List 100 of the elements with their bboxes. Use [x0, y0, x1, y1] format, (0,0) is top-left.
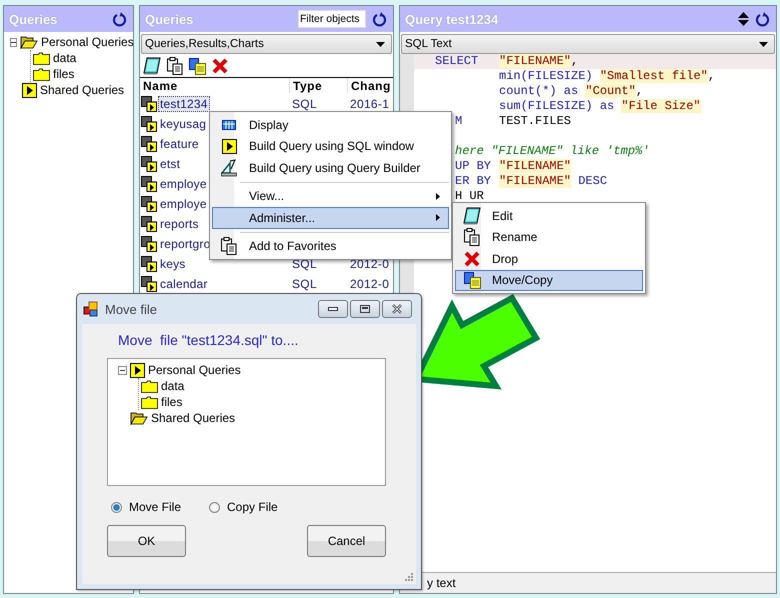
query-name[interactable]: keys	[158, 256, 188, 272]
dialog-button[interactable]: OK	[107, 525, 186, 557]
query-name[interactable]: test1234	[158, 96, 210, 112]
query-name[interactable]: keyusag	[158, 116, 208, 132]
refresh-icon[interactable]	[755, 12, 770, 26]
panel-title: Queries	[9, 12, 58, 26]
menu-item[interactable]: Edit	[455, 205, 643, 226]
folder-tree[interactable]: Personal Queries data files Shared Queries	[107, 358, 386, 486]
query-icon	[141, 176, 157, 192]
table-cell: 2012-0	[349, 257, 390, 271]
submenu-arrow-icon	[436, 192, 440, 200]
table-cell: 2012-0	[349, 277, 390, 291]
play-icon	[130, 362, 145, 378]
delete-icon	[464, 250, 480, 267]
query-icon	[141, 236, 157, 252]
tree-item[interactable]: Personal Queries	[148, 363, 241, 377]
query-name[interactable]: feature	[158, 136, 201, 152]
query-icon	[141, 96, 157, 112]
dialog-title: Move file	[105, 302, 158, 316]
caret-icon	[759, 42, 768, 46]
menu-item[interactable]: Move/Copy	[455, 270, 643, 291]
column-header[interactable]: Chang	[348, 78, 393, 93]
code-line: min(FILESIZE) "Smallest file",	[498, 69, 716, 84]
grid-icon	[222, 120, 236, 130]
refresh-icon[interactable]	[372, 12, 387, 26]
code-line: SELECT "FILENAME",	[435, 54, 578, 69]
folder-icon	[33, 52, 50, 64]
close-icon	[391, 304, 403, 314]
query-icon	[141, 216, 157, 232]
maximize-icon	[360, 305, 370, 313]
refresh-icon[interactable]	[112, 12, 127, 26]
query-name[interactable]: employe	[158, 196, 209, 212]
notebook-icon	[463, 206, 481, 225]
code-line: ER BY "FILENAME" DESC	[455, 174, 608, 189]
tree-item[interactable]: files	[161, 395, 182, 409]
caret-icon	[376, 42, 385, 46]
status-text: y text	[427, 576, 456, 590]
query-icon	[141, 116, 157, 132]
minimize-button[interactable]	[318, 300, 348, 318]
tree-item[interactable]: Shared Queries	[151, 411, 236, 425]
dialog-prompt: Move file "test1234.sql" to....	[118, 332, 300, 350]
submenu-arrow-icon	[436, 214, 440, 222]
tree-item[interactable]: Personal Queries	[41, 35, 134, 49]
radio-option[interactable]: Copy File	[209, 500, 278, 514]
code-line: H UR	[455, 189, 485, 204]
code-line: UP BY "FILENAME"	[455, 159, 572, 174]
folder-icon	[141, 396, 158, 408]
view-dropdown[interactable]: Queries,Results,Charts	[141, 34, 392, 54]
open-folder-icon	[130, 411, 148, 425]
code-line: count(*) as "Count",	[498, 84, 644, 99]
tree-item[interactable]: data	[161, 379, 184, 393]
query-name[interactable]: etst	[158, 156, 182, 172]
clipboard-icon	[464, 228, 480, 246]
filter-field[interactable]: Filter objects	[298, 10, 366, 28]
sort-icon[interactable]	[738, 12, 749, 26]
query-icon	[141, 256, 157, 272]
play-icon	[22, 82, 37, 98]
delete-icon	[212, 58, 228, 74]
column-header[interactable]: Name	[140, 78, 290, 93]
close-button[interactable]	[382, 300, 412, 318]
menu-item[interactable]: Administer...	[212, 207, 449, 228]
tree-item[interactable]: files	[53, 67, 74, 81]
maximize-button[interactable]	[350, 300, 380, 318]
dialog-button[interactable]: Cancel	[307, 525, 386, 557]
view-dropdown[interactable]: SQL Text	[401, 34, 775, 54]
collapse-icon[interactable]	[10, 38, 17, 46]
folder-icon	[33, 68, 50, 80]
query-icon	[141, 196, 157, 212]
notebook-icon	[143, 57, 161, 75]
resize-grip[interactable]	[404, 572, 413, 581]
app-icon	[83, 301, 99, 317]
clipboard-icon	[167, 57, 183, 75]
query-icon	[141, 156, 157, 172]
query-icon	[141, 136, 157, 152]
menu-item[interactable]: Drop	[455, 248, 643, 270]
query-name[interactable]: reports	[158, 216, 201, 232]
copy-icon	[189, 58, 206, 74]
tree-item[interactable]: data	[53, 51, 76, 65]
menu-item[interactable]: Rename	[455, 226, 643, 248]
code-line: here "FILENAME" like 'tmp%'	[455, 143, 650, 159]
code-line: M TEST.FILES	[455, 114, 572, 129]
radio-option[interactable]: Move File	[111, 500, 182, 514]
tree-item[interactable]: Shared Queries	[40, 83, 124, 97]
clipboard-icon	[221, 237, 237, 256]
table-cell: SQL	[291, 277, 317, 291]
copy-icon	[464, 272, 480, 289]
query-name[interactable]: reportgro	[158, 236, 212, 252]
table-cell: SQL	[291, 97, 317, 111]
table-cell: 2016-1	[349, 97, 390, 111]
code-line: sum(FILESIZE) as "File Size"	[498, 99, 701, 114]
folder-icon	[141, 380, 158, 392]
drafting-icon	[221, 158, 237, 177]
query-name[interactable]: employe	[158, 176, 209, 192]
collapse-icon[interactable]	[118, 366, 127, 374]
column-header[interactable]: Type	[290, 78, 348, 93]
panel-title: Query test1234	[405, 12, 498, 26]
query-name[interactable]: calendar	[158, 276, 210, 292]
table-cell: SQL	[291, 257, 317, 271]
minimize-icon	[328, 307, 338, 311]
open-folder-icon	[20, 35, 38, 49]
